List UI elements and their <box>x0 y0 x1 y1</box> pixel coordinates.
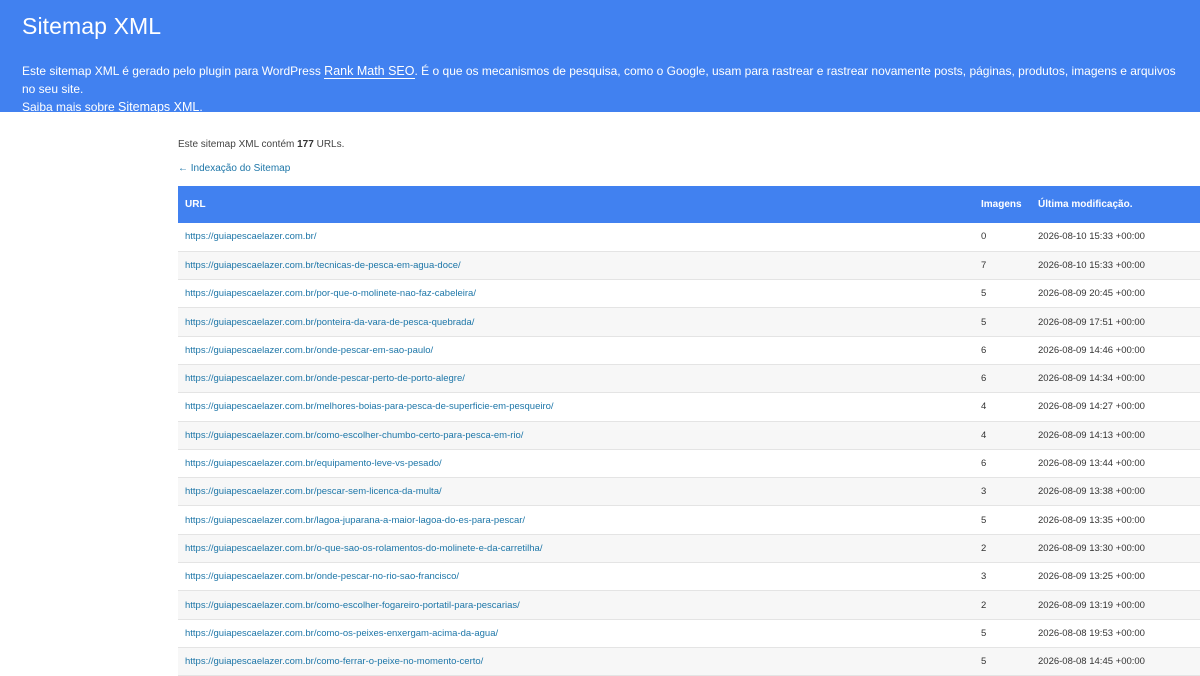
url-link[interactable]: https://guiapescaelazer.com.br/como-os-p… <box>185 628 498 639</box>
table-row: https://guiapescaelazer.com.br/lagoa-jup… <box>178 506 1200 535</box>
images-cell: 4 <box>981 401 987 413</box>
modified-cell: 2026-08-09 13:44 +00:00 <box>1038 458 1145 470</box>
table-header-row: URL Imagens Última modificação. <box>178 186 1200 223</box>
url-count-text: Este sitemap XML contém 177 URLs. <box>178 139 344 150</box>
url-link[interactable]: https://guiapescaelazer.com.br/como-esco… <box>185 600 520 611</box>
url-link[interactable]: https://guiapescaelazer.com.br/pescar-se… <box>185 486 442 497</box>
images-cell: 6 <box>981 373 987 385</box>
modified-cell: 2026-08-09 13:35 +00:00 <box>1038 514 1145 526</box>
url-link[interactable]: https://guiapescaelazer.com.br/equipamen… <box>185 458 442 469</box>
modified-cell: 2026-08-08 14:45 +00:00 <box>1038 656 1145 668</box>
images-cell: 3 <box>981 486 987 498</box>
table-row: https://guiapescaelazer.com.br/ponteira-… <box>178 307 1200 337</box>
table-row: https://guiapescaelazer.com.br/onde-pesc… <box>178 364 1200 393</box>
url-link[interactable]: https://guiapescaelazer.com.br/lagoa-jup… <box>185 515 525 526</box>
modified-cell: 2026-08-09 13:19 +00:00 <box>1038 599 1145 611</box>
url-cell: https://guiapescaelazer.com.br/ponteira-… <box>178 308 975 336</box>
images-cell: 5 <box>981 514 987 526</box>
header-description: Este sitemap XML é gerado pelo plugin pa… <box>22 62 1186 116</box>
url-cell: https://guiapescaelazer.com.br/pescar-se… <box>178 478 975 506</box>
modified-cell: 2026-08-09 14:27 +00:00 <box>1038 401 1145 413</box>
url-count: 177 <box>297 139 314 150</box>
modified-cell: 2026-08-09 14:34 +00:00 <box>1038 373 1145 385</box>
images-cell: 7 <box>981 259 987 271</box>
modified-cell: 2026-08-09 17:51 +00:00 <box>1038 316 1145 328</box>
url-link[interactable]: https://guiapescaelazer.com.br/melhores-… <box>185 401 554 412</box>
sitemaps-xml-link[interactable]: Sitemaps XML <box>118 100 200 115</box>
table-row: https://guiapescaelazer.com.br/tecnicas-… <box>178 251 1200 280</box>
page-header: Sitemap XML Este sitemap XML é gerado pe… <box>0 0 1200 115</box>
images-cell: 4 <box>981 429 987 441</box>
url-cell: https://guiapescaelazer.com.br/melhores-… <box>178 393 975 421</box>
intro-suffix: URLs. <box>313 139 345 150</box>
url-link[interactable]: https://guiapescaelazer.com.br/tecnicas-… <box>185 260 461 271</box>
url-link[interactable]: https://guiapescaelazer.com.br/por-que-o… <box>185 288 476 299</box>
url-link[interactable]: https://guiapescaelazer.com.br/como-ferr… <box>185 656 483 667</box>
desc-text-1: Este sitemap XML é gerado pelo plugin pa… <box>22 64 325 78</box>
url-cell: https://guiapescaelazer.com.br/equipamen… <box>178 449 975 477</box>
header-modified: Última modificação. <box>1038 199 1133 210</box>
url-cell: https://guiapescaelazer.com.br/por-que-o… <box>178 280 975 308</box>
desc-text-3: Saiba mais sobre <box>22 100 119 114</box>
url-link[interactable]: https://guiapescaelazer.com.br/onde-pesc… <box>185 373 465 384</box>
url-link[interactable]: https://guiapescaelazer.com.br/como-esco… <box>185 430 523 441</box>
sitemap-index-link[interactable]: ← Indexação do Sitemap <box>178 163 290 174</box>
url-cell: https://guiapescaelazer.com.br/o-que-sao… <box>178 534 975 562</box>
images-cell: 0 <box>981 231 987 243</box>
url-cell: https://guiapescaelazer.com.br/como-esco… <box>178 591 975 619</box>
images-cell: 5 <box>981 656 987 668</box>
url-cell: https://guiapescaelazer.com.br/como-esco… <box>178 421 975 449</box>
url-cell: https://guiapescaelazer.com.br/como-ferr… <box>178 647 975 675</box>
table-row: https://guiapescaelazer.com.br/como-esco… <box>178 421 1200 450</box>
url-link[interactable]: https://guiapescaelazer.com.br/ponteira-… <box>185 317 474 328</box>
desc-text-4: . <box>199 100 203 114</box>
url-link[interactable]: https://guiapescaelazer.com.br/o-que-sao… <box>185 543 542 554</box>
rank-math-link[interactable]: Rank Math SEO <box>324 64 415 79</box>
header-images: Imagens <box>981 199 1022 210</box>
url-link[interactable]: https://guiapescaelazer.com.br/onde-pesc… <box>185 345 433 356</box>
modified-cell: 2026-08-09 13:30 +00:00 <box>1038 542 1145 554</box>
images-cell: 2 <box>981 542 987 554</box>
table-row: https://guiapescaelazer.com.br/0 2026-08-… <box>178 223 1200 252</box>
modified-cell: 2026-08-09 13:25 +00:00 <box>1038 571 1145 583</box>
modified-cell: 2026-08-09 14:13 +00:00 <box>1038 429 1145 441</box>
modified-cell: 2026-08-09 14:46 +00:00 <box>1038 344 1145 356</box>
table-row: https://guiapescaelazer.com.br/como-esco… <box>178 590 1200 620</box>
url-link[interactable]: https://guiapescaelazer.com.br/onde-pesc… <box>185 571 459 582</box>
table-row: https://guiapescaelazer.com.br/equipamen… <box>178 449 1200 478</box>
table-row: https://guiapescaelazer.com.br/pescar-se… <box>178 477 1200 506</box>
url-cell: https://guiapescaelazer.com.br/lagoa-jup… <box>178 506 975 534</box>
modified-cell: 2026-08-09 13:38 +00:00 <box>1038 486 1145 498</box>
images-cell: 5 <box>981 316 987 328</box>
images-cell: 5 <box>981 288 987 300</box>
url-cell: https://guiapescaelazer.com.br/como-os-p… <box>178 619 975 647</box>
page-title: Sitemap XML <box>22 13 162 39</box>
url-link[interactable]: https://guiapescaelazer.com.br/ <box>185 231 317 242</box>
url-cell: https://guiapescaelazer.com.br/onde-pesc… <box>178 563 975 591</box>
table-row: https://guiapescaelazer.com.br/como-ferr… <box>178 647 1200 676</box>
images-cell: 2 <box>981 599 987 611</box>
images-cell: 6 <box>981 344 987 356</box>
sitemap-table: URL Imagens Última modificação. https://… <box>178 186 1200 676</box>
images-cell: 3 <box>981 571 987 583</box>
url-cell: https://guiapescaelazer.com.br/onde-pesc… <box>178 364 975 392</box>
table-row: https://guiapescaelazer.com.br/por-que-o… <box>178 280 1200 308</box>
table-row: https://guiapescaelazer.com.br/onde-pesc… <box>178 563 1200 591</box>
header-url: URL <box>185 199 206 210</box>
table-body: https://guiapescaelazer.com.br/0 2026-08-… <box>178 223 1200 676</box>
modified-cell: 2026-08-10 15:33 +00:00 <box>1038 259 1145 271</box>
url-cell: https://guiapescaelazer.com.br/onde-pesc… <box>178 336 975 364</box>
modified-cell: 2026-08-08 19:53 +00:00 <box>1038 627 1145 639</box>
intro-prefix: Este sitemap XML contém <box>178 139 298 150</box>
url-cell: https://guiapescaelazer.com.br/tecnicas-… <box>178 251 975 279</box>
table-row: https://guiapescaelazer.com.br/o-que-sao… <box>178 534 1200 563</box>
table-row: https://guiapescaelazer.com.br/como-os-p… <box>178 619 1200 648</box>
modified-cell: 2026-08-10 15:33 +00:00 <box>1038 231 1145 243</box>
images-cell: 5 <box>981 627 987 639</box>
images-cell: 6 <box>981 458 987 470</box>
url-cell: https://guiapescaelazer.com.br/ <box>178 223 975 251</box>
table-row: https://guiapescaelazer.com.br/onde-pesc… <box>178 336 1200 365</box>
modified-cell: 2026-08-09 20:45 +00:00 <box>1038 288 1145 300</box>
table-row: https://guiapescaelazer.com.br/melhores-… <box>178 393 1200 422</box>
